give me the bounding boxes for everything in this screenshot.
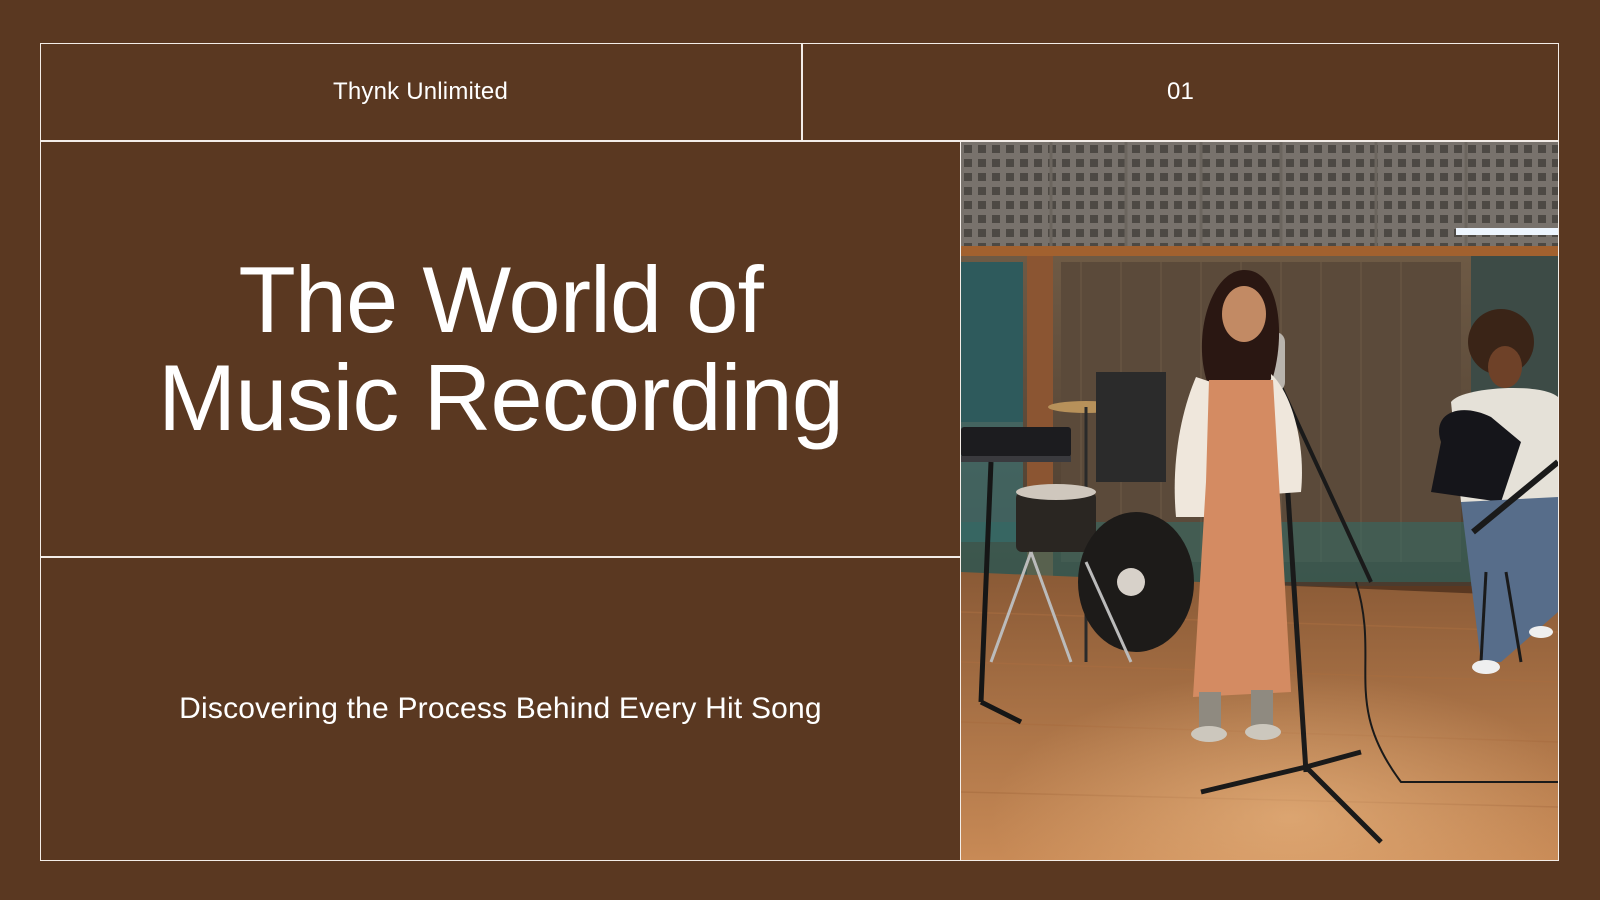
page-number: 01 <box>1166 77 1195 105</box>
slide-subtitle: Discovering the Process Behind Every Hit… <box>179 691 822 725</box>
slide-title: The World of Music Recording <box>157 246 844 450</box>
brand-name: Thynk Unlimited <box>332 77 509 105</box>
title-area: The World of Music Recording <box>40 141 961 556</box>
studio-illustration <box>961 142 1558 860</box>
recording-studio-photo <box>961 142 1558 860</box>
